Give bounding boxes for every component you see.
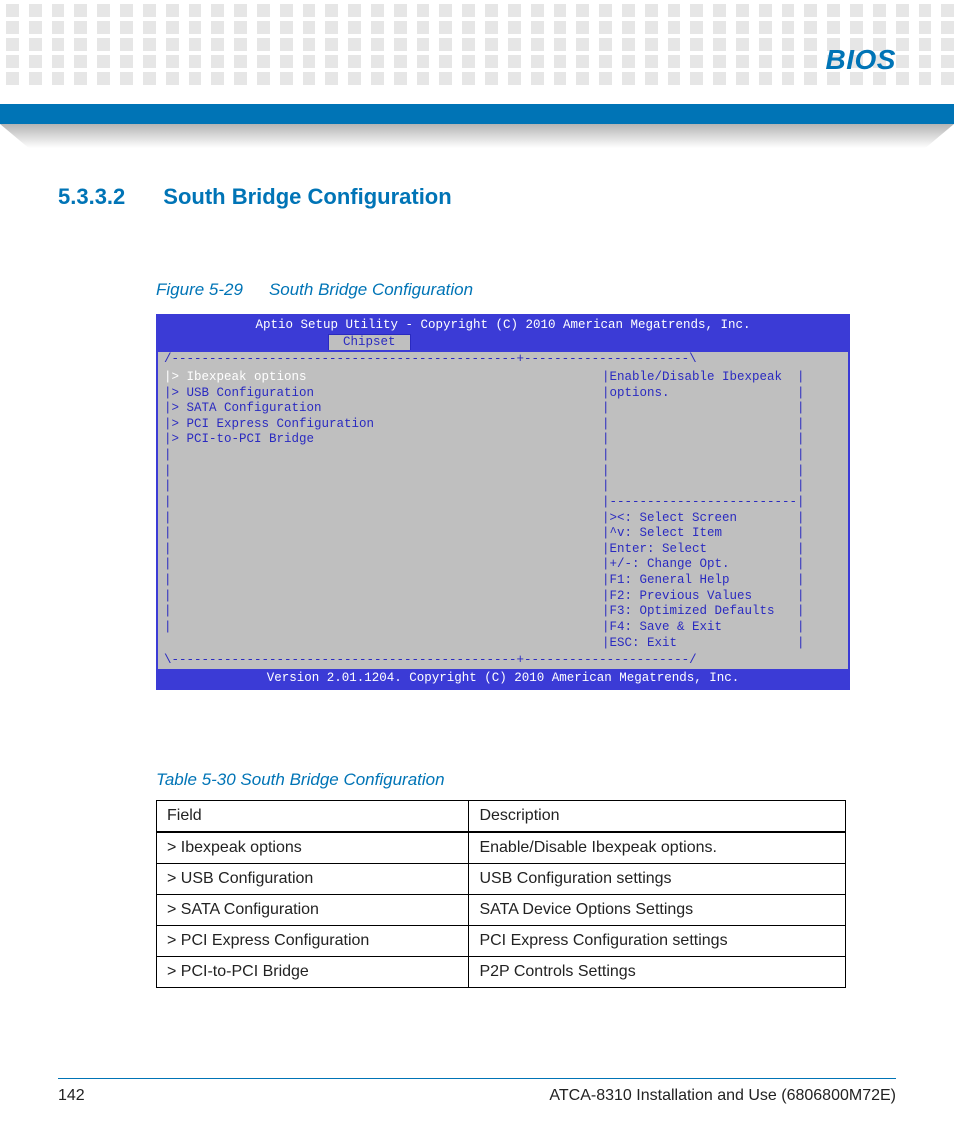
bios-menu-item: |> PCI Express Configuration — [164, 417, 602, 433]
section-heading: 5.3.3.2 South Bridge Configuration — [58, 184, 896, 210]
table-cell-field: > PCI Express Configuration — [157, 926, 469, 957]
bios-help-key: |^v: Select Item | — [602, 526, 842, 542]
bios-titlebar: Aptio Setup Utility - Copyright (C) 2010… — [158, 316, 848, 334]
table-caption: Table 5-30 South Bridge Configuration — [156, 770, 896, 790]
bios-help-line: | | — [602, 417, 842, 433]
table-cell-field: > Ibexpeak options — [157, 832, 469, 864]
table-row: > Ibexpeak optionsEnable/Disable Ibexpea… — [157, 832, 846, 864]
table-cell-description: Enable/Disable Ibexpeak options. — [469, 832, 846, 864]
bios-help-key: |+/-: Change Opt. | — [602, 557, 842, 573]
bios-tab-chipset: Chipset — [328, 334, 411, 351]
page-footer: 142 ATCA-8310 Installation and Use (6806… — [58, 1078, 896, 1105]
table-cell-field: > PCI-to-PCI Bridge — [157, 957, 469, 988]
bios-menu-item: |> PCI-to-PCI Bridge — [164, 432, 602, 448]
table-cell-description: SATA Device Options Settings — [469, 895, 846, 926]
bios-help-key: |ESC: Exit | — [602, 636, 842, 652]
table-header-row: Field Description — [157, 801, 846, 833]
bios-menu-item: |> USB Configuration — [164, 386, 602, 402]
bios-menu-item: | — [164, 448, 602, 464]
bios-help-line: | | — [602, 432, 842, 448]
bios-menu-panel: |> Ibexpeak options|> USB Configuration|… — [164, 370, 602, 651]
bios-help-key: |F4: Save & Exit | — [602, 620, 842, 636]
bios-menu-item: | — [164, 589, 602, 605]
figure-caption: Figure 5-29 South Bridge Configuration — [156, 280, 896, 300]
doc-id: ATCA-8310 Installation and Use (6806800M… — [549, 1087, 896, 1105]
table-row: > PCI-to-PCI BridgeP2P Controls Settings — [157, 957, 846, 988]
bios-menu-item: | — [164, 542, 602, 558]
table-header-description: Description — [469, 801, 846, 833]
bios-help-key: |F3: Optimized Defaults | — [602, 604, 842, 620]
figure-label: Figure 5-29 — [156, 280, 243, 299]
page-content: 5.3.3.2 South Bridge Configuration Figur… — [0, 150, 954, 988]
bios-menu-item: | — [164, 604, 602, 620]
table-row: > PCI Express ConfigurationPCI Express C… — [157, 926, 846, 957]
bios-footer: Version 2.01.1204. Copyright (C) 2010 Am… — [158, 669, 848, 689]
bios-help-line: | | — [602, 464, 842, 480]
bios-menu-item: | — [164, 620, 602, 636]
bios-help-line: | | — [602, 401, 842, 417]
table-row: > SATA ConfigurationSATA Device Options … — [157, 895, 846, 926]
page-header: BIOS — [0, 0, 954, 150]
bios-menu-item: | — [164, 573, 602, 589]
bios-bottom-rule: \---------------------------------------… — [158, 653, 848, 669]
bios-help-line: | | — [602, 448, 842, 464]
figure-title: South Bridge Configuration — [269, 280, 473, 299]
bios-help-line: | | — [602, 479, 842, 495]
bios-help-line: |Enable/Disable Ibexpeak | — [602, 370, 842, 386]
bios-menu-item: | — [164, 495, 602, 511]
bios-help-rule: |-------------------------| — [602, 495, 842, 511]
bios-menu-item: | — [164, 479, 602, 495]
bios-menu-item: | — [164, 526, 602, 542]
bios-help-key: |Enter: Select | — [602, 542, 842, 558]
bios-screenshot: Aptio Setup Utility - Copyright (C) 2010… — [156, 314, 850, 690]
bios-menu-item-selected: |> Ibexpeak options — [164, 370, 602, 386]
table-cell-description: P2P Controls Settings — [469, 957, 846, 988]
bios-help-key: |F1: General Help | — [602, 573, 842, 589]
table-row: > USB ConfigurationUSB Configuration set… — [157, 864, 846, 895]
bios-help-panel: |Enable/Disable Ibexpeak ||options. || |… — [602, 370, 842, 651]
table-cell-field: > USB Configuration — [157, 864, 469, 895]
section-number: 5.3.3.2 — [58, 184, 125, 210]
bios-help-line: |options. | — [602, 386, 842, 402]
page-number: 142 — [58, 1087, 85, 1105]
bios-menu-item: |> SATA Configuration — [164, 401, 602, 417]
table-cell-description: PCI Express Configuration settings — [469, 926, 846, 957]
chapter-title: BIOS — [826, 44, 896, 76]
header-shadow — [0, 124, 954, 148]
config-table: Field Description > Ibexpeak optionsEnab… — [156, 800, 846, 988]
bios-menu-item: | — [164, 511, 602, 527]
section-title: South Bridge Configuration — [163, 184, 451, 210]
bios-help-key: |F2: Previous Values | — [602, 589, 842, 605]
bios-top-rule: /---------------------------------------… — [158, 352, 848, 368]
header-rule — [0, 104, 954, 124]
table-cell-description: USB Configuration settings — [469, 864, 846, 895]
bios-menu-item: | — [164, 464, 602, 480]
table-cell-field: > SATA Configuration — [157, 895, 469, 926]
table-header-field: Field — [157, 801, 469, 833]
bios-menu-item: | — [164, 557, 602, 573]
bios-help-key: |><: Select Screen | — [602, 511, 842, 527]
bios-tab-row: Chipset — [158, 334, 848, 353]
